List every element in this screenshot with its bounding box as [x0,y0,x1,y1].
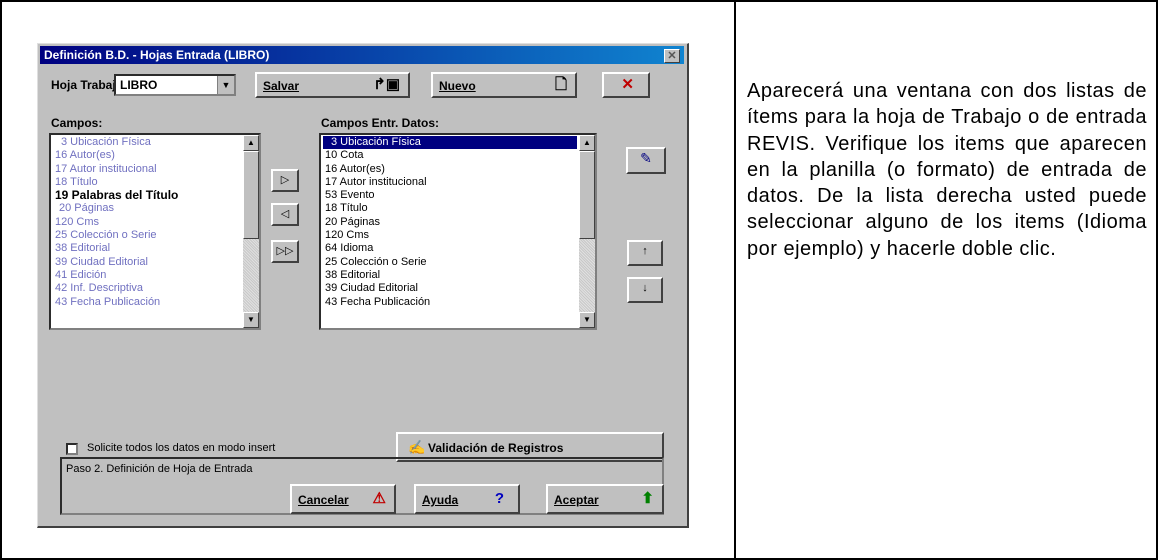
nuevo-label: Nuevo [439,79,476,93]
list-item[interactable]: 39 Ciudad Editorial [53,256,241,269]
insert-mode-label: Solicite todos los datos en modo insert [87,442,276,454]
ayuda-button[interactable]: Ayuda ? [414,484,520,514]
hoja-trabajo-value: LIBRO [120,78,158,92]
cancelar-button[interactable]: Cancelar ⚠ [290,484,396,514]
move-right-button[interactable]: ▷ [271,169,299,192]
list-item[interactable]: 43 Fecha Publicación [323,296,577,309]
double-arrow-right-icon: ▷▷ [276,245,294,257]
salvar-label: Salvar [263,79,300,93]
aceptar-button[interactable]: Aceptar ⬆ [546,484,664,514]
move-left-button[interactable]: ◁ [271,203,299,226]
list-item[interactable]: 16 Autor(es) [323,163,577,176]
scroll-thumb[interactable] [579,151,595,239]
campos-list[interactable]: 3 Ubicación Física 16 Autor(es) 17 Autor… [49,133,261,330]
new-document-icon: 🗋 [554,76,567,93]
campos-entrada-list[interactable]: 3 Ubicación Física 10 Cota 16 Autor(es) … [319,133,597,330]
list-item[interactable]: 42 Inf. Descriptiva [53,282,241,295]
list-item[interactable]: 64 Idioma [323,242,577,255]
scroll-down-icon[interactable]: ▼ [579,312,595,328]
scroll-thumb[interactable] [243,151,259,239]
list-item[interactable]: 38 Editorial [323,269,577,282]
edit-item-button[interactable]: ✎ [626,147,666,174]
list-item[interactable]: 25 Colección o Serie [53,229,241,242]
scroll-up-icon[interactable]: ▲ [243,135,259,151]
list-item[interactable]: 43 Fecha Publicación [53,296,241,309]
campos-entrada-scrollbar[interactable]: ▲ ▼ [579,135,595,328]
cancelar-label: Cancelar [298,493,349,507]
arrow-up-icon: ↑ [642,245,648,257]
delete-button[interactable]: ✕ [602,72,650,98]
scroll-up-icon[interactable]: ▲ [579,135,595,151]
list-item[interactable]: 39 Ciudad Editorial [323,282,577,295]
dialog-title: Definición B.D. - Hojas Entrada (LIBRO) [44,48,270,62]
list-item[interactable]: 18 Título [53,176,241,189]
list-item[interactable]: 41 Edición [53,269,241,282]
arrow-left-icon: ◁ [280,208,290,220]
chevron-down-icon[interactable]: ▼ [217,76,234,94]
arrow-down-icon: ↓ [642,282,648,294]
list-item[interactable]: 19 Palabras del Título [53,188,241,202]
move-all-right-button[interactable]: ▷▷ [271,240,299,263]
list-item[interactable]: 20 Páginas [323,216,577,229]
close-icon[interactable]: ✕ [664,49,680,63]
list-item-selected[interactable]: 3 Ubicación Física [323,136,577,150]
campos-label: Campos: [51,116,103,130]
insert-mode-checkbox[interactable] [66,443,78,455]
list-item[interactable]: 53 Evento [323,189,577,202]
move-down-button[interactable]: ↓ [627,277,663,303]
nuevo-button[interactable]: Nuevo 🗋 [431,72,577,98]
status-message: Paso 2. Definición de Hoja de Entrada [66,463,253,475]
list-item[interactable]: 17 Autor institucional [53,163,241,176]
list-item[interactable]: 25 Colección o Serie [323,256,577,269]
validacion-label: Validación de Registros [428,441,564,455]
list-item[interactable]: 38 Editorial [53,242,241,255]
campos-scrollbar[interactable]: ▲ ▼ [243,135,259,328]
aceptar-label: Aceptar [554,493,599,507]
instructions-text: Aparecerá una ventana con dos listas de … [747,80,1147,260]
save-icon: ↱▣ [373,76,400,93]
arrow-right-icon: ▷ [280,174,290,186]
list-item[interactable]: 3 Ubicación Física [53,136,241,149]
list-item[interactable]: 16 Autor(es) [53,149,241,162]
hoja-trabajo-select[interactable]: LIBRO ▼ [114,74,236,96]
list-item[interactable]: 20 Páginas [53,202,241,215]
campos-entr-label: Campos Entr. Datos: [321,116,440,130]
edit-pencil-icon: ✎ [640,150,652,166]
ayuda-label: Ayuda [422,493,459,507]
list-item[interactable]: 17 Autor institucional [323,176,577,189]
warning-icon: ⚠ [372,490,386,507]
list-item[interactable]: 10 Cota [323,149,577,162]
column-divider [734,0,736,560]
list-item[interactable]: 120 Cms [323,229,577,242]
list-item[interactable]: 18 Título [323,202,577,215]
accept-icon: ⬆ [641,490,654,507]
move-up-button[interactable]: ↑ [627,240,663,266]
scroll-down-icon[interactable]: ▼ [243,312,259,328]
help-icon: ? [494,490,504,507]
delete-icon: ✕ [621,76,634,93]
dialog-title-bar: Definición B.D. - Hojas Entrada (LIBRO) … [40,46,684,64]
validate-pen-icon: ✍ [408,439,426,455]
salvar-button[interactable]: Salvar ↱▣ [255,72,410,98]
list-item[interactable]: 120 Cms [53,216,241,229]
